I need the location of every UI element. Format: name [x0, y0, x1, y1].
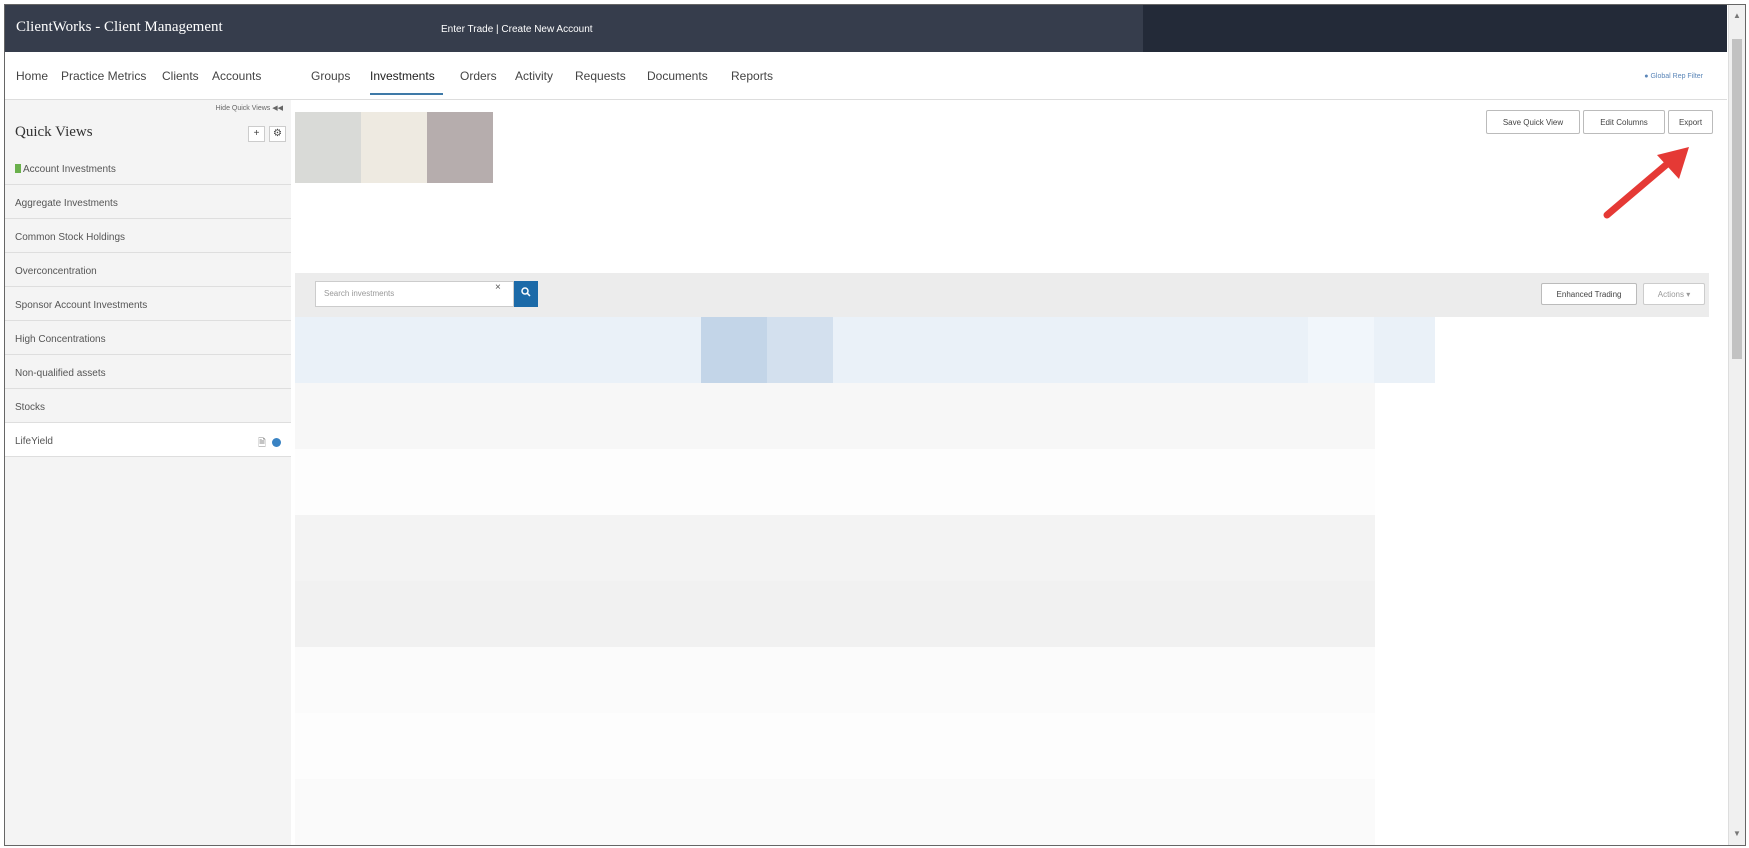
list-item-label: LifeYield: [15, 436, 53, 447]
search-icon: [521, 287, 531, 297]
quick-view-sponsor-account-investments[interactable]: Sponsor Account Investments: [5, 287, 291, 321]
table-header-cell: [767, 317, 833, 383]
save-quick-view-button[interactable]: Save Quick View: [1486, 110, 1580, 134]
quick-view-overconcentration[interactable]: Overconcentration: [5, 253, 291, 287]
hide-quick-views-link[interactable]: Hide Quick Views ◀◀: [216, 104, 283, 112]
quick-view-account-investments[interactable]: Account Investments: [5, 151, 291, 185]
list-item-label: Aggregate Investments: [15, 198, 118, 209]
enhanced-trading-button[interactable]: Enhanced Trading: [1541, 283, 1637, 305]
table-row[interactable]: [295, 581, 1375, 647]
nav-groups[interactable]: Groups: [311, 69, 350, 83]
summary-block: [427, 112, 493, 183]
app-title: ClientWorks - Client Management: [16, 19, 223, 35]
quick-view-stocks[interactable]: Stocks: [5, 389, 291, 423]
quick-views-sidebar: Hide Quick Views ◀◀ Quick Views + ⚙ Acco…: [5, 100, 291, 845]
clear-icon[interactable]: ×: [495, 282, 501, 293]
nav-investments[interactable]: Investments: [370, 69, 435, 83]
list-item-label: Stocks: [15, 402, 46, 413]
scrollbar-thumb[interactable]: [1732, 39, 1742, 359]
nav-accounts[interactable]: Accounts: [212, 69, 261, 83]
quick-view-settings-button[interactable]: ⚙: [269, 126, 286, 142]
nav-reports[interactable]: Reports: [731, 69, 773, 83]
main-nav: Home Practice Metrics Clients Accounts G…: [5, 52, 1727, 100]
nav-orders[interactable]: Orders: [460, 69, 497, 83]
table-row[interactable]: [295, 515, 1375, 581]
nav-active-indicator: [370, 93, 443, 95]
top-bar-right-panel: [1143, 5, 1727, 52]
nav-clients[interactable]: Clients: [162, 69, 199, 83]
save-icon[interactable]: 🗎: [258, 438, 266, 449]
quick-view-common-stock-holdings[interactable]: Common Stock Holdings: [5, 219, 291, 253]
table-header-cell: [701, 317, 767, 383]
add-quick-view-button[interactable]: +: [248, 126, 265, 142]
table-row[interactable]: [295, 449, 1375, 515]
table-row[interactable]: [295, 647, 1375, 713]
quick-view-high-concentrations[interactable]: High Concentrations: [5, 321, 291, 355]
annotation-arrow-icon: [1603, 147, 1689, 219]
default-flag-icon: [15, 164, 21, 173]
list-item-label: High Concentrations: [15, 334, 106, 345]
table-row[interactable]: [295, 383, 1375, 449]
scroll-down-icon[interactable]: ▼: [1729, 829, 1745, 838]
list-item-label: Sponsor Account Investments: [15, 300, 148, 311]
table-row[interactable]: [295, 713, 1375, 779]
quick-view-lifeyield[interactable]: LifeYield 🗎: [5, 423, 291, 457]
list-item-label: Non-qualified assets: [15, 368, 106, 379]
nav-requests[interactable]: Requests: [575, 69, 626, 83]
summary-block: [295, 112, 361, 183]
top-bar: ClientWorks - Client Management Enter Tr…: [5, 5, 1727, 52]
nav-documents[interactable]: Documents: [647, 69, 708, 83]
top-links[interactable]: Enter Trade | Create New Account: [441, 24, 593, 35]
edit-columns-button[interactable]: Edit Columns: [1583, 110, 1665, 134]
app-window: ClientWorks - Client Management Enter Tr…: [4, 4, 1746, 846]
search-input[interactable]: Search investments: [315, 281, 514, 307]
search-toolbar: Search investments × Enhanced Trading Ac…: [295, 273, 1709, 317]
nav-home[interactable]: Home: [16, 69, 48, 83]
nav-practice-metrics[interactable]: Practice Metrics: [61, 69, 146, 83]
quick-view-item-actions: 🗎: [258, 436, 281, 453]
export-button[interactable]: Export: [1668, 110, 1713, 134]
global-rep-filter-link[interactable]: ● Global Rep Filter: [1644, 73, 1703, 80]
list-item-label: Account Investments: [23, 164, 116, 175]
edit-icon[interactable]: [272, 438, 281, 447]
vertical-scrollbar[interactable]: ▲ ▼: [1728, 5, 1745, 845]
quick-views-list: Account Investments Aggregate Investment…: [5, 151, 291, 457]
quick-views-title: Quick Views: [15, 124, 93, 140]
table-header-row: [295, 317, 1435, 383]
list-item-label: Overconcentration: [15, 266, 97, 277]
nav-activity[interactable]: Activity: [515, 69, 553, 83]
summary-block: [361, 112, 427, 183]
list-item-label: Common Stock Holdings: [15, 232, 126, 243]
search-button[interactable]: [514, 281, 538, 307]
table-row[interactable]: [295, 779, 1375, 845]
scroll-up-icon[interactable]: ▲: [1729, 11, 1745, 20]
quick-view-non-qualified-assets[interactable]: Non-qualified assets: [5, 355, 291, 389]
actions-dropdown[interactable]: Actions ▾: [1643, 283, 1705, 305]
table-header-cell: [1308, 317, 1374, 383]
quick-view-aggregate-investments[interactable]: Aggregate Investments: [5, 185, 291, 219]
